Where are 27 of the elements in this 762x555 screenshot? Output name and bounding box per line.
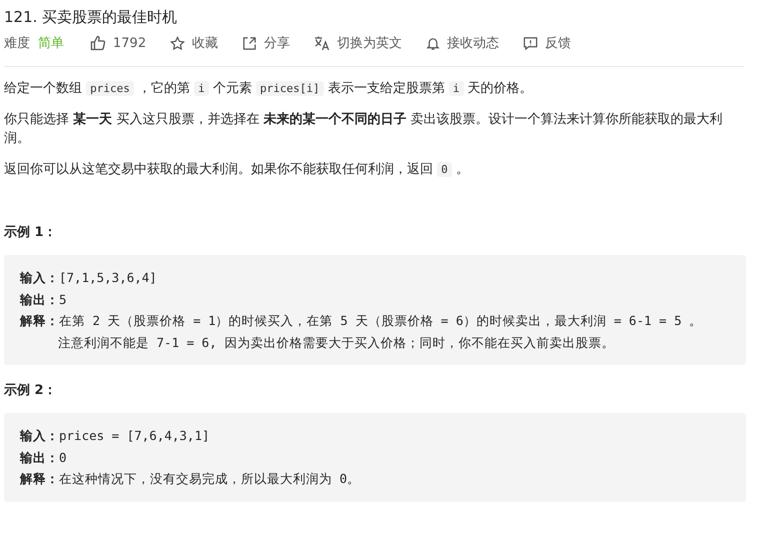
example-line: 输入：[7,1,5,3,6,4] [20, 269, 158, 287]
example-line: 输入：prices = [7,6,4,3,1] [20, 427, 211, 445]
bell-button[interactable]: 接收动态 [426, 34, 500, 52]
example-note: 注意利润不能是 7-1 = 6, 因为卖出价格需要大于买入价格；同时，你不能在买入前卖出股票。 [57, 334, 616, 352]
description-paragraph: 给定一个数组 prices ，它的第 i 个元素 prices[i] 表示一支给定股票第 i 天的价格。 [4, 80, 534, 98]
star-button[interactable]: 收藏 [170, 34, 218, 52]
share-button[interactable]: 分享 [242, 34, 290, 52]
description-paragraph: 返回你可以从这笔交易中获取的最大利润。如果你不能获取任何利润，返回 0 。 [4, 161, 470, 179]
star-icon [170, 36, 186, 50]
example-line: 输出：5 [20, 290, 68, 308]
difficulty-value: 简单 [38, 35, 64, 52]
example-line: 输出：0 [20, 448, 68, 466]
thumbs-up-icon [90, 35, 106, 51]
translate-icon [314, 35, 330, 51]
example-heading: 示例 2： [4, 382, 58, 399]
translate-button[interactable]: 切换为英文 [314, 34, 402, 52]
difficulty-label: 难度 [4, 35, 30, 52]
share-icon [242, 36, 258, 50]
feedback-button[interactable]: 反馈 [523, 34, 572, 52]
example-heading: 示例 1： [4, 224, 58, 241]
feedback-icon [523, 36, 538, 50]
bell-icon [426, 36, 440, 50]
description-paragraph: 你只能选择 某一天 买入这只股票，并选择在 未来的某一个不同的日子 卖出该股票。设计一个算法来计算你所能获取的最大利润。 [4, 110, 724, 148]
problem-title: 121. 买卖股票的最佳时机 [4, 7, 178, 28]
example-line: 解释：在这种情况下，没有交易完成，所以最大利润为 0。 [20, 470, 362, 488]
example-line: 解释：在第 2 天（股票价格 = 1）的时候买入，在第 5 天（股票价格 = 6）的时候卖出，最大利润 = 6-1 = 5 。 [20, 312, 704, 330]
like-button[interactable]: 1792 [90, 35, 146, 51]
